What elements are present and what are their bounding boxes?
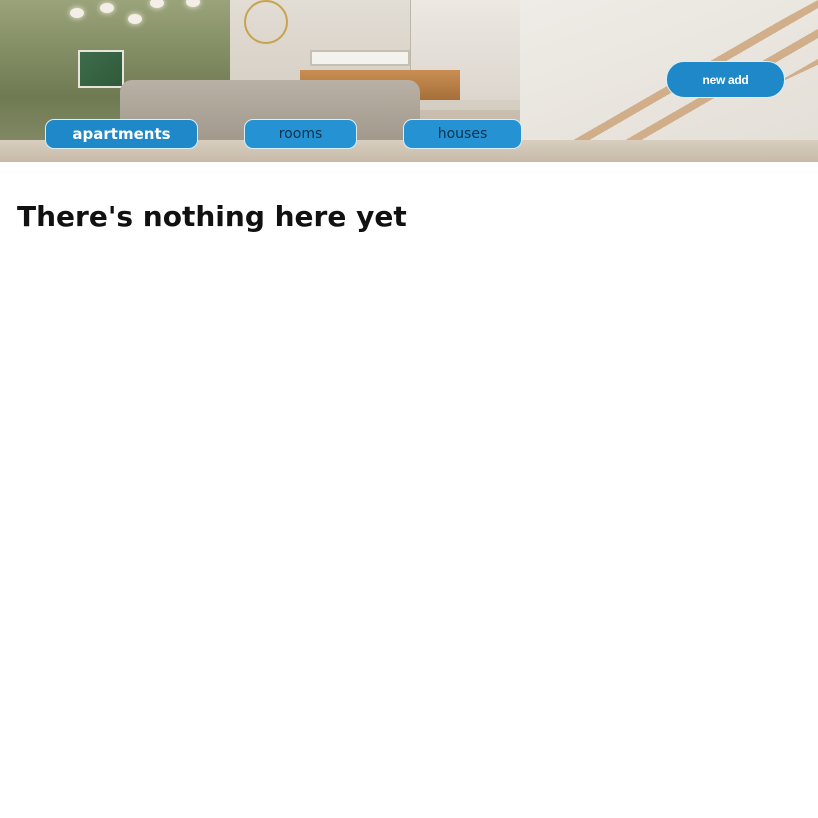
new-add-button[interactable]: new add	[666, 61, 785, 98]
tab-houses[interactable]: houses	[403, 119, 522, 149]
photo-window	[78, 50, 124, 88]
photo-strip-window	[310, 50, 410, 66]
photo-lamp	[100, 3, 114, 13]
hero-banner: apartments rooms houses new add	[0, 0, 818, 162]
tab-rooms[interactable]: rooms	[244, 119, 357, 149]
empty-state-message: There's nothing here yet	[17, 200, 407, 233]
tab-apartments[interactable]: apartments	[45, 119, 198, 149]
photo-lamp	[128, 14, 142, 24]
photo-wall-clock	[244, 0, 288, 44]
photo-lamp	[70, 8, 84, 18]
